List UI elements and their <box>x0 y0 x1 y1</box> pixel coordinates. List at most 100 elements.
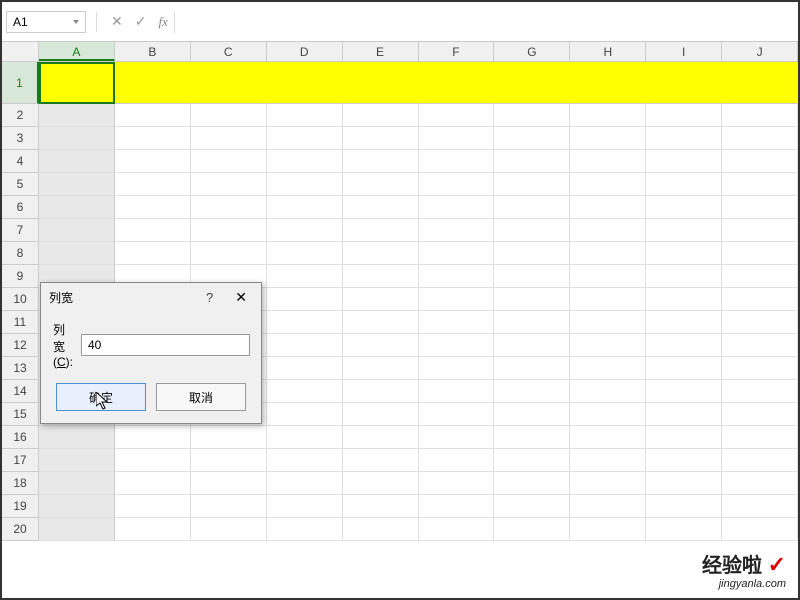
cell[interactable] <box>722 334 798 357</box>
cell[interactable] <box>419 288 495 311</box>
select-all-corner[interactable] <box>2 42 39 61</box>
cell[interactable] <box>343 173 419 196</box>
dialog-titlebar[interactable]: 列宽 ? ✕ <box>41 283 261 311</box>
cell[interactable] <box>419 196 495 219</box>
cell[interactable] <box>646 265 722 288</box>
cell[interactable] <box>570 311 646 334</box>
cell[interactable] <box>570 334 646 357</box>
cell[interactable] <box>419 426 495 449</box>
cell[interactable] <box>343 288 419 311</box>
column-header[interactable]: G <box>494 42 570 61</box>
cell[interactable] <box>646 242 722 265</box>
column-header[interactable]: J <box>722 42 798 61</box>
row-header[interactable]: 4 <box>2 150 39 173</box>
ok-button[interactable]: 确定 <box>56 383 146 411</box>
cell[interactable] <box>267 518 343 541</box>
column-header[interactable]: B <box>115 42 191 61</box>
cell[interactable] <box>722 311 798 334</box>
cell[interactable] <box>267 311 343 334</box>
fx-icon[interactable]: fx <box>158 14 167 30</box>
cell[interactable] <box>267 219 343 242</box>
cell[interactable] <box>570 357 646 380</box>
cell[interactable] <box>419 357 495 380</box>
cell[interactable] <box>646 449 722 472</box>
column-header[interactable]: H <box>570 42 646 61</box>
cell[interactable] <box>267 62 343 104</box>
cell[interactable] <box>419 242 495 265</box>
cell[interactable] <box>419 219 495 242</box>
cell[interactable] <box>570 173 646 196</box>
cell[interactable] <box>570 518 646 541</box>
close-icon[interactable]: ✕ <box>229 287 253 308</box>
cell[interactable] <box>646 196 722 219</box>
cell[interactable] <box>115 472 191 495</box>
cell[interactable] <box>115 62 191 104</box>
cell[interactable] <box>343 196 419 219</box>
cell[interactable] <box>267 380 343 403</box>
cell[interactable] <box>39 495 115 518</box>
cell[interactable] <box>115 219 191 242</box>
cell[interactable] <box>570 242 646 265</box>
cell[interactable] <box>343 380 419 403</box>
row-header[interactable]: 10 <box>2 288 39 311</box>
cell[interactable] <box>191 127 267 150</box>
cell[interactable] <box>39 173 115 196</box>
cell[interactable] <box>267 288 343 311</box>
cell[interactable] <box>343 403 419 426</box>
cell[interactable] <box>646 380 722 403</box>
cell[interactable] <box>191 518 267 541</box>
help-icon[interactable]: ? <box>200 288 219 307</box>
cell[interactable] <box>646 426 722 449</box>
cell[interactable] <box>343 311 419 334</box>
cell[interactable] <box>343 219 419 242</box>
row-header[interactable]: 12 <box>2 334 39 357</box>
cell[interactable] <box>646 219 722 242</box>
cell[interactable] <box>494 62 570 104</box>
cell[interactable] <box>39 449 115 472</box>
cell[interactable] <box>267 127 343 150</box>
cell[interactable] <box>419 403 495 426</box>
name-box[interactable]: A1 <box>6 11 86 33</box>
cell[interactable] <box>646 495 722 518</box>
cell[interactable] <box>570 150 646 173</box>
cell[interactable] <box>570 426 646 449</box>
cell[interactable] <box>115 242 191 265</box>
cell[interactable] <box>570 219 646 242</box>
cell[interactable] <box>646 518 722 541</box>
cell[interactable] <box>267 242 343 265</box>
cell[interactable] <box>419 334 495 357</box>
cell[interactable] <box>494 311 570 334</box>
cell[interactable] <box>267 426 343 449</box>
cell[interactable] <box>343 104 419 127</box>
cell[interactable] <box>570 403 646 426</box>
row-header[interactable]: 17 <box>2 449 39 472</box>
cell[interactable] <box>494 242 570 265</box>
cell[interactable] <box>39 62 115 104</box>
cell[interactable] <box>39 150 115 173</box>
cell[interactable] <box>570 104 646 127</box>
cancel-button[interactable]: 取消 <box>156 383 246 411</box>
row-header[interactable]: 18 <box>2 472 39 495</box>
row-header[interactable]: 13 <box>2 357 39 380</box>
cell[interactable] <box>570 495 646 518</box>
cell[interactable] <box>570 62 646 104</box>
cell[interactable] <box>267 150 343 173</box>
cell[interactable] <box>722 472 798 495</box>
cell[interactable] <box>570 472 646 495</box>
row-header[interactable]: 1 <box>2 62 39 104</box>
cell[interactable] <box>191 219 267 242</box>
cell[interactable] <box>419 173 495 196</box>
cell[interactable] <box>646 334 722 357</box>
chevron-down-icon[interactable] <box>73 20 79 24</box>
cell[interactable] <box>722 518 798 541</box>
cell[interactable] <box>722 127 798 150</box>
cell[interactable] <box>115 518 191 541</box>
cell[interactable] <box>343 426 419 449</box>
cell[interactable] <box>191 196 267 219</box>
cell[interactable] <box>115 127 191 150</box>
cell[interactable] <box>115 150 191 173</box>
cell[interactable] <box>39 242 115 265</box>
cell[interactable] <box>722 426 798 449</box>
row-header[interactable]: 11 <box>2 311 39 334</box>
cell[interactable] <box>419 311 495 334</box>
